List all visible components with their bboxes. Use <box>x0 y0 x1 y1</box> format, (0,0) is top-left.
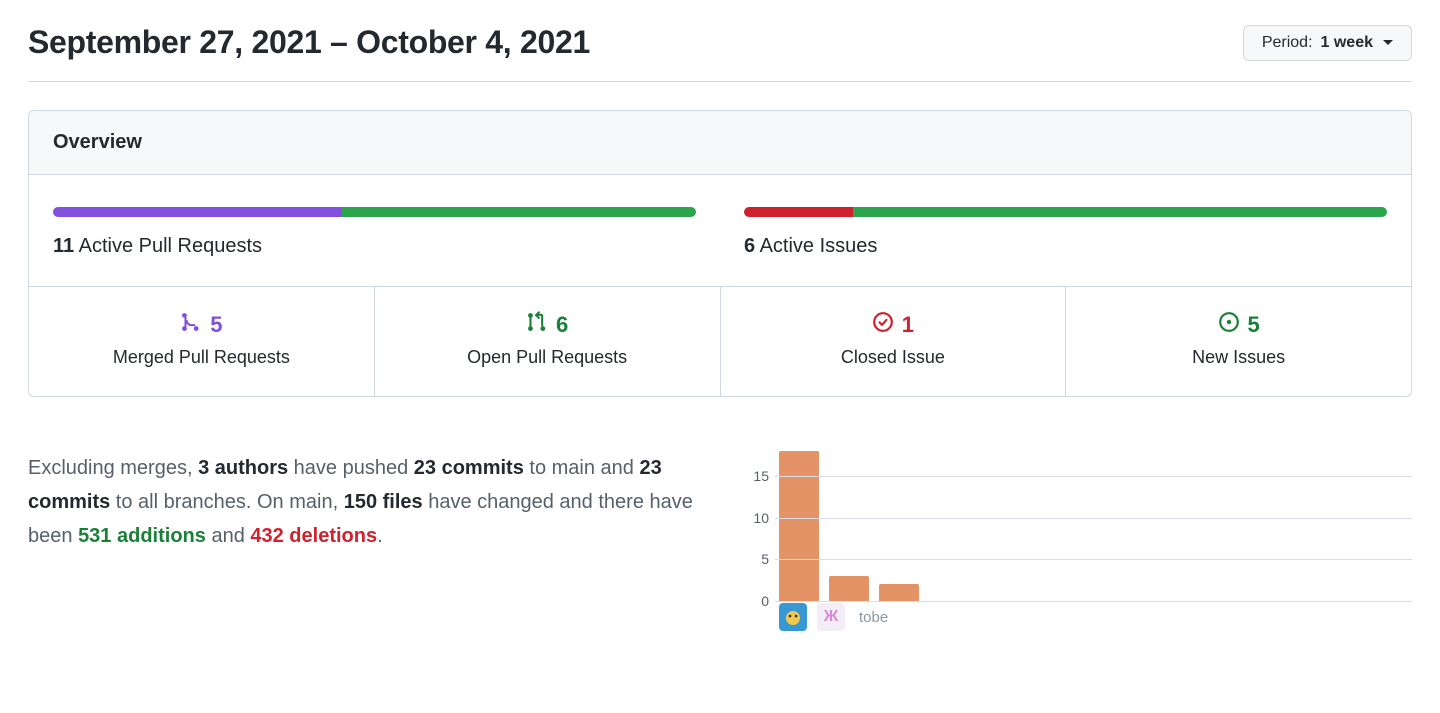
stat-new-issues[interactable]: 5 New Issues <box>1066 287 1411 396</box>
issue-open-segment <box>853 207 1387 217</box>
stat-open-pull-requests[interactable]: 6 Open Pull Requests <box>375 287 721 396</box>
stat-count: 5 <box>1248 312 1260 338</box>
issue-count: 6 <box>744 235 755 257</box>
stat-count: 5 <box>210 312 222 338</box>
chart-ytick: 15 <box>733 468 769 484</box>
chart-bar[interactable] <box>779 451 819 601</box>
pr-count: 11 <box>53 235 74 257</box>
issues-summary[interactable]: 6 Active Issues <box>720 175 1411 286</box>
caret-down-icon <box>1383 40 1393 45</box>
page-title: September 27, 2021 – October 4, 2021 <box>28 24 590 61</box>
pr-label: Active Pull Requests <box>79 235 262 257</box>
pr-merged-segment <box>53 207 342 217</box>
author-avatar[interactable] <box>779 603 807 631</box>
period-value: 1 week <box>1321 34 1373 52</box>
issue-closed-segment <box>744 207 853 217</box>
chart-gridline <box>775 518 1412 519</box>
stat-caption: New Issues <box>1076 347 1401 368</box>
stats-row: 5 Merged Pull Requests 6 Open Pull Requests… <box>29 286 1411 396</box>
closed-icon <box>872 311 894 339</box>
chart-gridline <box>775 559 1412 560</box>
summary-text: Excluding merges, 3 authors have pushed … <box>28 451 707 553</box>
overview-card: Overview 11 Active Pull Requests 6 Activ… <box>28 110 1412 397</box>
pull-requests-summary[interactable]: 11 Active Pull Requests <box>29 175 720 286</box>
pr-open-segment <box>342 207 696 217</box>
stat-closed-issue[interactable]: 1 Closed Issue <box>721 287 1067 396</box>
open-icon <box>1218 311 1240 339</box>
stat-count: 1 <box>902 312 914 338</box>
author-name-label[interactable]: tobe <box>859 609 888 626</box>
activity-bars-row: 11 Active Pull Requests 6 Active Issues <box>29 175 1411 286</box>
pr-progress-bar <box>53 207 696 217</box>
pr-summary-label: 11 Active Pull Requests <box>53 235 696 258</box>
issue-label: Active Issues <box>760 235 878 257</box>
commits-by-author-chart: 0 5 10 15 Жtobe <box>733 451 1412 631</box>
period-prefix: Period: <box>1262 34 1313 52</box>
stat-caption: Closed Issue <box>731 347 1056 368</box>
overview-title: Overview <box>29 111 1411 175</box>
stat-merged-pull-requests[interactable]: 5 Merged Pull Requests <box>29 287 375 396</box>
stat-caption: Merged Pull Requests <box>39 347 364 368</box>
issue-progress-bar <box>744 207 1387 217</box>
chart-ytick: 10 <box>733 510 769 526</box>
author-avatar[interactable]: Ж <box>817 603 845 631</box>
stat-caption: Open Pull Requests <box>385 347 710 368</box>
chart-gridline <box>775 476 1412 477</box>
chart-ytick: 5 <box>733 551 769 567</box>
stat-count: 6 <box>556 312 568 338</box>
issue-summary-label: 6 Active Issues <box>744 235 1387 258</box>
chart-ytick: 0 <box>733 593 769 609</box>
period-dropdown[interactable]: Period: 1 week <box>1243 25 1412 61</box>
pr-icon <box>526 311 548 339</box>
merge-icon <box>180 311 202 339</box>
